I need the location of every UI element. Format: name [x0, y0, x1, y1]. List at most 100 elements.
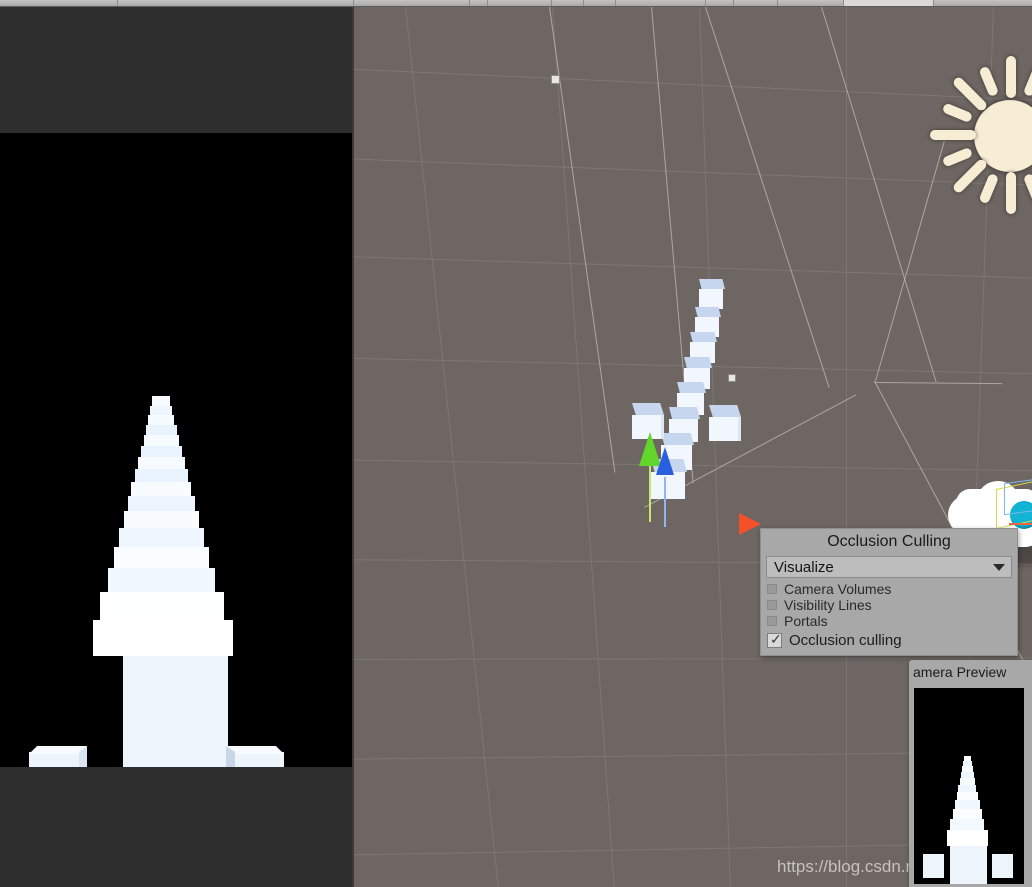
sun-ray: [1023, 173, 1032, 205]
occlusion-options-list: Camera Volumes Visibility Lines Portals …: [761, 578, 1017, 655]
camera-frustum-wire: [1004, 479, 1032, 515]
tower-cube-stack: [100, 396, 250, 656]
checkbox-portals[interactable]: [767, 616, 777, 626]
sun-ray: [1006, 172, 1016, 214]
cube-top-face: [695, 307, 721, 317]
frustum-line: [705, 7, 830, 388]
preview-slab: [950, 819, 984, 830]
gizmo-y-axis-line: [649, 462, 651, 522]
grid-line: [846, 7, 847, 887]
toolbar-segment[interactable]: [934, 0, 1032, 6]
toolbar-segment[interactable]: [488, 0, 552, 6]
sun-ray: [942, 102, 974, 123]
cube-slab: [124, 511, 199, 528]
preview-slab: [957, 792, 978, 800]
cube-top-face: [669, 407, 700, 419]
cube-top-face: [29, 746, 87, 754]
side-cube-left: [29, 746, 87, 767]
toolbar-segment[interactable]: [778, 0, 844, 6]
cube-face: [234, 752, 284, 767]
cube-slab: [148, 415, 174, 425]
gizmo-z-axis-line: [664, 477, 666, 527]
scene-cube-right[interactable]: [709, 405, 741, 441]
top-toolbar[interactable]: [0, 0, 1032, 7]
camera-direction-line: [1009, 523, 1032, 525]
cube-slab: [152, 396, 170, 406]
scene-cube[interactable]: [699, 279, 725, 309]
gizmo-z-arrow[interactable]: [656, 447, 674, 475]
cube-top-face: [661, 433, 694, 445]
light-handle[interactable]: [551, 75, 560, 84]
checkbox-occlusion-culling[interactable]: ✓: [767, 633, 782, 648]
preview-slab: [947, 830, 988, 846]
preview-slab: [958, 785, 976, 792]
occlusion-mode-dropdown[interactable]: Visualize: [766, 556, 1012, 578]
game-view-render: [0, 133, 352, 767]
editor-window: y x Persp https://blog.csdn.net/qq_46513…: [0, 0, 1032, 887]
toolbar-segment[interactable]: [470, 0, 488, 6]
preview-tower-stack: [942, 756, 996, 846]
sun-ray: [942, 147, 974, 168]
cube-face: [123, 652, 228, 767]
cube-slab: [138, 457, 185, 469]
checkbox-camera-volumes[interactable]: [767, 584, 777, 594]
camera-preview-title: amera Preview: [909, 660, 1032, 684]
preview-slab: [953, 809, 982, 819]
cube-slab: [135, 469, 188, 482]
cube-slab: [144, 435, 179, 446]
sun-ray: [1023, 66, 1032, 98]
frustum-handle[interactable]: [728, 374, 736, 382]
cube-top-face: [699, 279, 725, 289]
checkbox-row-occlusion-culling[interactable]: ✓ Occlusion culling: [767, 629, 1017, 651]
cube-slab: [114, 547, 209, 568]
cube-slab: [141, 446, 182, 457]
grid-line: [402, 7, 505, 887]
check-icon: ✓: [770, 632, 782, 647]
cube-slab: [108, 568, 215, 592]
chevron-down-icon: [993, 564, 1005, 571]
toolbar-segment[interactable]: [118, 0, 354, 6]
checkbox-label: Camera Volumes: [784, 581, 891, 597]
toolbar-segment[interactable]: [734, 0, 778, 6]
tower-base-cube: [123, 652, 228, 767]
sun-ray: [978, 173, 999, 205]
cube-top-face: [677, 382, 706, 393]
checkbox-label: Portals: [784, 613, 828, 629]
checkbox-row-portals[interactable]: Portals: [767, 613, 1017, 629]
cube-top-face: [684, 357, 712, 368]
toolbar-segment[interactable]: [354, 0, 470, 6]
camera-preview-render: [914, 688, 1024, 884]
cube-slab: [100, 592, 224, 620]
occlusion-culling-panel[interactable]: Occlusion Culling Visualize Camera Volum…: [760, 528, 1018, 656]
checkbox-label: Occlusion culling: [789, 632, 902, 649]
checkbox-row-visibility-lines[interactable]: Visibility Lines: [767, 597, 1017, 613]
cube-slab: [146, 425, 177, 435]
checkbox-row-camera-volumes[interactable]: Camera Volumes: [767, 581, 1017, 597]
dropdown-value: Visualize: [774, 559, 834, 576]
cube-top-face: [709, 405, 741, 417]
toolbar-segment[interactable]: [616, 0, 706, 6]
sun-ray: [1006, 56, 1016, 98]
camera-preview-panel[interactable]: amera Preview: [909, 660, 1032, 887]
frustum-line: [821, 7, 937, 382]
camera-direction-arrow[interactable]: [739, 513, 761, 535]
preview-slab: [960, 778, 975, 785]
preview-side-cube-left: [923, 854, 944, 878]
cube-slab: [150, 406, 172, 415]
toolbar-segment[interactable]: [0, 0, 118, 6]
cube-slab: [93, 620, 233, 656]
cube-front-face: [699, 289, 723, 309]
checkbox-visibility-lines[interactable]: [767, 600, 777, 610]
cube-face: [29, 752, 79, 767]
toolbar-segment[interactable]: [706, 0, 734, 6]
toolbar-segment[interactable]: [844, 0, 934, 6]
cube-slab: [131, 482, 191, 496]
sun-icon[interactable]: [922, 45, 1032, 225]
cube-slab: [128, 496, 195, 511]
sun-ray: [978, 66, 999, 98]
toolbar-segment[interactable]: [584, 0, 616, 6]
cube-slab: [119, 528, 204, 547]
checkbox-label: Visibility Lines: [784, 597, 872, 613]
toolbar-segment[interactable]: [552, 0, 584, 6]
game-view-panel[interactable]: [0, 7, 352, 887]
